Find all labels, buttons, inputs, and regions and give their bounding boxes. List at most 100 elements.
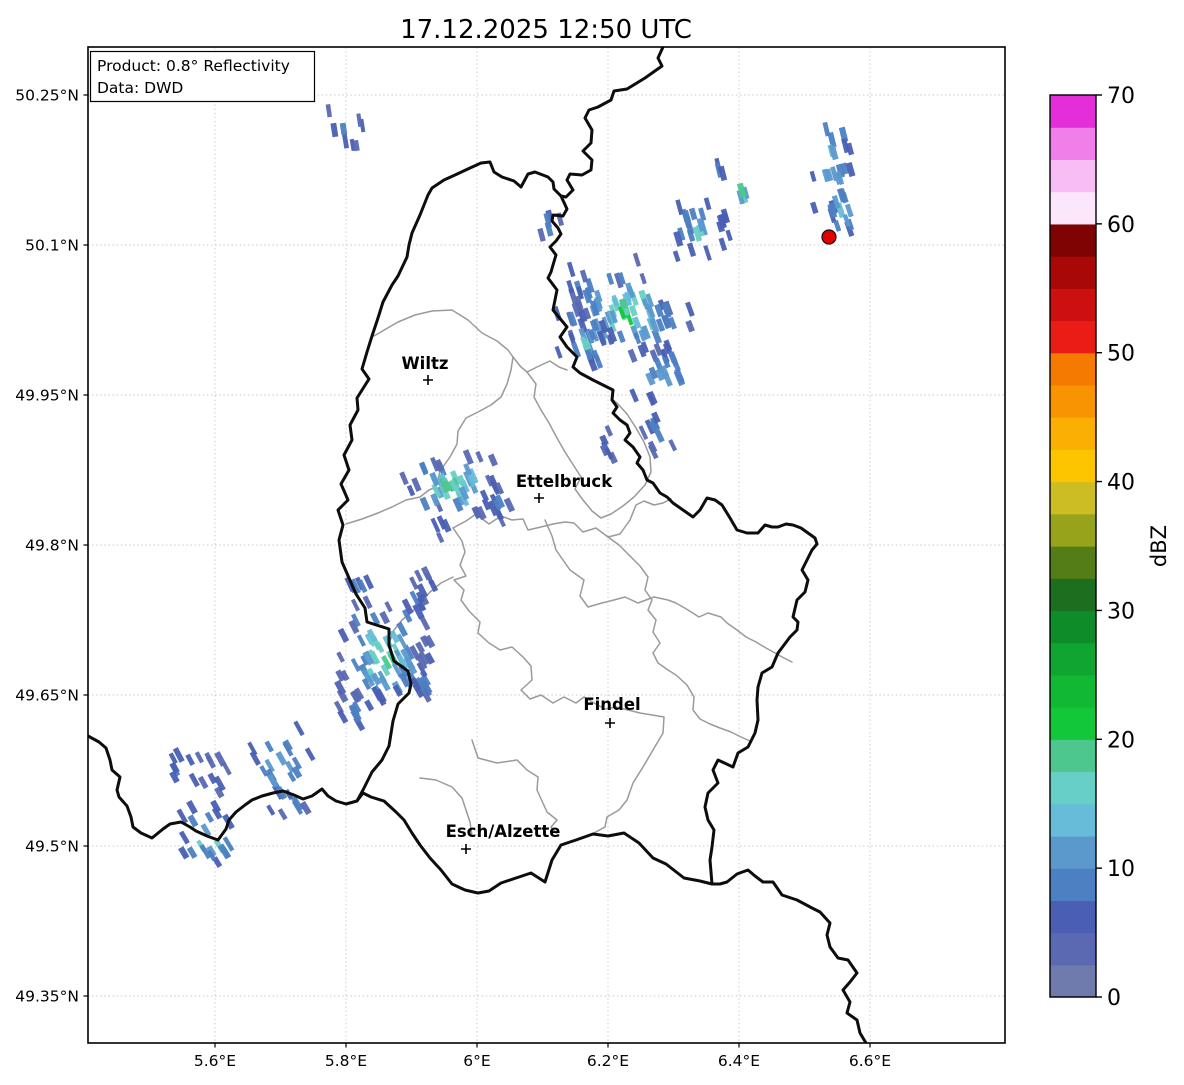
- precip-cell: [379, 610, 391, 625]
- colorbar-segment: [1050, 674, 1096, 708]
- x-tick-label: 6°E: [463, 1052, 490, 1070]
- precip-cell: [205, 755, 217, 769]
- precip-cell: [703, 244, 712, 261]
- colorbar-segment: [1050, 513, 1096, 547]
- colorbar-tick-label: 50: [1107, 342, 1135, 367]
- precip-cell: [399, 471, 409, 486]
- city-marker: [534, 493, 544, 503]
- precip-cell: [436, 531, 445, 544]
- precip-cell: [566, 279, 575, 294]
- city-label: Findel: [583, 695, 640, 714]
- precip-cell: [364, 699, 375, 712]
- colorbar-segment: [1050, 256, 1096, 289]
- colorbar-tick-label: 60: [1107, 213, 1135, 238]
- precip-cell: [822, 121, 831, 137]
- precip-cell: [342, 133, 350, 149]
- colorbar-segment: [1050, 384, 1096, 418]
- precip-cell: [336, 651, 345, 663]
- region-border: [593, 709, 665, 834]
- precip-cell: [632, 252, 641, 267]
- colorbar-tick-label: 0: [1107, 986, 1121, 1011]
- precip-cell: [686, 242, 697, 257]
- precip-cell: [566, 261, 576, 278]
- precip-cell: [685, 319, 695, 333]
- precip-cell: [277, 808, 288, 821]
- precip-cell: [685, 301, 695, 317]
- axes: 5.6°E 5.8°E 6°E 6.2°E 6.4°E 6.6°E 50.25°N 50.1°…: [15, 46, 1006, 1070]
- colorbar-segment: [1050, 481, 1096, 515]
- precip-cell: [384, 601, 393, 613]
- grid-lines: [88, 47, 1005, 1043]
- colorbar-segment: [1050, 835, 1096, 869]
- precip-cell: [188, 772, 200, 788]
- x-tick-label: 6.6°E: [849, 1052, 891, 1070]
- colorbar-segment: [1050, 417, 1096, 450]
- city-label: Ettelbruck: [516, 472, 613, 491]
- precip-cell: [409, 576, 419, 590]
- precip-cell: [639, 272, 647, 285]
- city-marker: [461, 844, 471, 854]
- precip-cell: [194, 751, 204, 764]
- precip-cell: [809, 170, 817, 183]
- region-borders: [345, 309, 793, 837]
- colorbar-tick-label: 40: [1107, 471, 1135, 496]
- colorbar-tick-label: 70: [1107, 84, 1135, 109]
- precip-cell: [337, 709, 349, 724]
- colorbar-tick-label: 20: [1107, 728, 1135, 753]
- precip-cell: [406, 484, 416, 497]
- precip-cell: [197, 775, 209, 790]
- x-tick-label: 5.8°E: [325, 1052, 367, 1070]
- y-tick-label: 50.1°N: [25, 237, 79, 255]
- precip-cell: [419, 496, 431, 512]
- precip-cell: [267, 773, 279, 788]
- map-markers: Wiltz Ettelbruck Findel Esch/Alzette: [401, 229, 837, 854]
- precip-cell: [718, 237, 728, 252]
- radar-site-marker: [821, 229, 837, 245]
- colorbar-segment: [1050, 964, 1096, 998]
- colorbar-segment: [1050, 449, 1096, 483]
- precip-cell: [503, 497, 516, 513]
- region-border: [471, 739, 558, 835]
- precip-cell: [672, 250, 681, 263]
- colorbar-segment: [1050, 95, 1096, 128]
- precip-cell: [703, 197, 712, 211]
- precip-cell: [638, 425, 649, 440]
- colorbar-segment: [1050, 707, 1096, 740]
- colorbar-segment: [1050, 352, 1096, 386]
- precip-cell: [275, 751, 288, 766]
- info-box-source: Data: DWD: [97, 79, 183, 97]
- radar-figure: 17.12.2025 12:50 UTC Wiltz Ettelbruck Find…: [0, 0, 1184, 1081]
- precip-cell: [356, 634, 366, 647]
- colorbar-segment: [1050, 578, 1096, 612]
- precip-cell: [554, 345, 563, 359]
- city-marker: [423, 375, 433, 385]
- region-border: [452, 527, 629, 711]
- precip-cell: [668, 439, 678, 452]
- country-border: [710, 868, 868, 1043]
- precip-cell: [204, 811, 215, 823]
- precip-cell: [616, 330, 626, 344]
- colorbar-segment: [1050, 288, 1096, 322]
- x-tick-label: 6.2°E: [587, 1052, 629, 1070]
- precip-cell: [579, 269, 589, 283]
- colorbar-segment: [1050, 739, 1096, 773]
- colorbar-segment: [1050, 610, 1096, 644]
- city-marker: [605, 718, 615, 728]
- y-tick-label: 49.95°N: [15, 387, 79, 405]
- precip-cell: [462, 449, 474, 465]
- colorbar-segment: [1050, 868, 1096, 901]
- x-tick-label: 6.4°E: [718, 1052, 760, 1070]
- colorbar-segment: [1050, 191, 1096, 225]
- colorbar-axis-label: dBZ: [1147, 525, 1171, 567]
- precip-cell: [420, 565, 433, 581]
- precip-cell: [599, 434, 609, 447]
- precip-cell: [537, 227, 546, 242]
- precip-cell: [668, 351, 678, 364]
- precip-cell: [214, 751, 227, 767]
- precip-cell: [185, 753, 196, 766]
- precip-cell: [266, 804, 276, 816]
- precip-cell: [210, 799, 222, 813]
- city-label: Wiltz: [401, 354, 448, 373]
- precip-cell: [178, 830, 190, 845]
- y-tick-label: 49.8°N: [25, 537, 79, 555]
